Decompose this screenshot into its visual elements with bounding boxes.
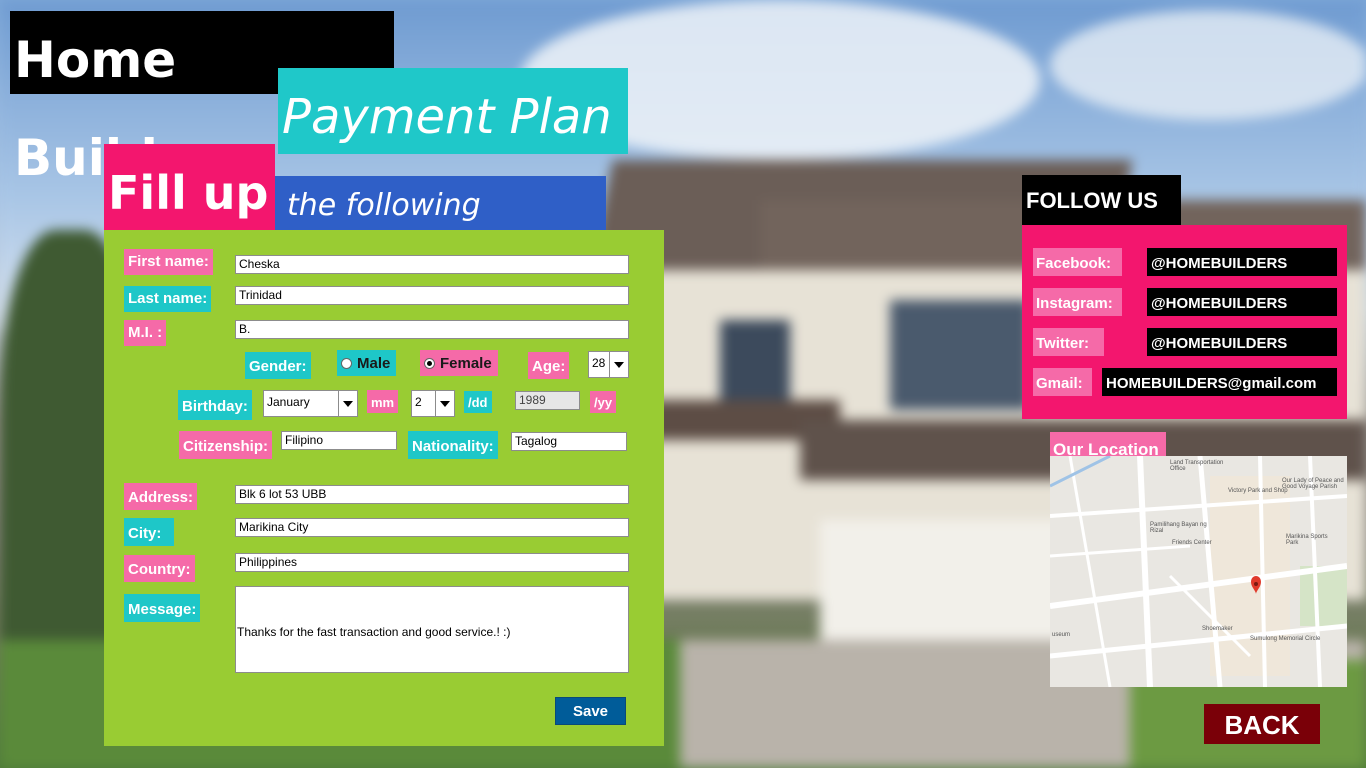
gender-female-text: Female [440,354,492,372]
map-label: Pamilihang Bayan ng Rizal [1150,522,1207,534]
gender-label: Gender: [245,352,311,379]
message-textarea[interactable]: Thanks for the fast transaction and good… [235,586,629,673]
citizenship-input[interactable]: Filipino [281,431,397,450]
gender-male-text: Male [357,354,391,372]
birth-day-select[interactable]: 2 [411,390,455,417]
nationality-input[interactable]: Tagalog [511,432,627,451]
map-label: useum [1052,632,1071,638]
chevron-down-icon[interactable] [338,391,357,416]
gmail-address[interactable]: HOMEBUILDERS@gmail.com [1102,368,1337,396]
chevron-down-icon[interactable] [609,352,628,377]
map-label: Victory Park and Shop [1228,488,1288,494]
birth-day-value: 2 [415,395,422,409]
mi-input[interactable]: B. [235,320,629,339]
citizenship-label: Citizenship: [179,431,272,459]
instagram-handle[interactable]: @HOMEBUILDERS [1147,288,1337,316]
map-graphic [1050,456,1347,687]
country-label: Country: [124,555,195,582]
country-input[interactable]: Philippines [235,553,629,572]
yy-label: /yy [590,391,617,413]
facebook-handle[interactable]: @HOMEBUILDERS [1147,248,1337,276]
location-map[interactable]: Land Transportation Office Victory Park … [1050,456,1347,687]
birth-month-value: January [267,395,310,409]
map-label: Marikina Sports Park [1286,534,1328,546]
nationality-label: Nationality: [408,431,498,459]
mi-label: M.I. : [124,320,167,346]
gmail-label: Gmail: [1033,368,1092,396]
fill-up-heading: Fill up [104,144,275,230]
map-label: Friends Center [1172,540,1212,546]
page-subtitle: Payment Plan [278,68,628,154]
dd-label: /dd [464,391,492,413]
age-value: 28 [592,356,606,370]
gender-female-radio[interactable]: Female [420,350,498,376]
address-label: Address: [124,483,198,510]
map-label: Sumulong Memorial Circle [1250,636,1321,642]
instagram-label: Instagram: [1033,288,1122,316]
map-label: Shoemaker [1202,626,1233,632]
follow-us-title: FOLLOW US [1022,175,1181,225]
gender-male-radio[interactable]: Male [337,350,397,376]
first-name-label: First name: [124,249,213,275]
age-label: Age: [528,352,570,379]
radio-dot-icon [341,357,352,369]
map-label: Our Lady of Peace and Good Voyage Parish [1282,478,1344,490]
age-select[interactable]: 28 [588,351,629,378]
facebook-label: Facebook: [1033,248,1122,276]
first-name-input[interactable]: Cheska [235,255,629,274]
city-label: City: [124,518,174,546]
birth-year-input[interactable]: 1989 [515,391,580,410]
map-label: Land Transportation Office [1170,460,1224,472]
following-details-heading: the following details... [275,176,606,283]
chevron-down-icon[interactable] [435,391,454,416]
birthday-label: Birthday: [178,390,252,420]
last-name-label: Last name: [124,286,212,312]
city-input[interactable]: Marikina City [235,518,629,537]
last-name-input[interactable]: Trinidad [235,286,629,305]
back-button[interactable]: BACK [1204,704,1320,744]
our-location-title: Our Location [1050,432,1166,459]
birth-month-select[interactable]: January [263,390,358,417]
mm-label: mm [367,390,399,413]
twitter-label: Twitter: [1033,328,1104,356]
save-button[interactable]: Save [555,697,626,725]
radio-dot-selected-icon [424,357,435,369]
twitter-handle[interactable]: @HOMEBUILDERS [1147,328,1337,356]
address-input[interactable]: Blk 6 lot 53 UBB [235,485,629,504]
message-label: Message: [124,594,201,622]
